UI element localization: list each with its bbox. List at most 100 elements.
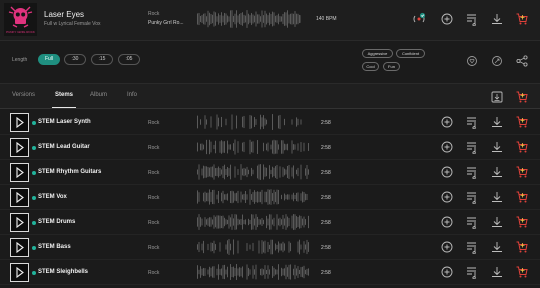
tab-info[interactable]: Info xyxy=(127,92,137,98)
download-icon[interactable] xyxy=(490,115,504,129)
mood-tag-aggressive[interactable]: Aggressive xyxy=(362,49,393,58)
track-bpm: 140 BPM xyxy=(316,16,337,22)
stem-name[interactable]: STEM Rhythm Guitars xyxy=(38,169,101,175)
mood-tag-confident[interactable]: Confident xyxy=(396,49,425,58)
add-icon[interactable] xyxy=(440,140,454,154)
add-to-playlist-icon[interactable] xyxy=(465,190,479,204)
download-icon[interactable] xyxy=(490,12,504,26)
cart-icon[interactable] xyxy=(515,265,529,279)
play-button[interactable] xyxy=(10,213,29,232)
add-to-playlist-icon[interactable] xyxy=(465,140,479,154)
play-button[interactable] xyxy=(10,188,29,207)
add-to-playlist-icon[interactable] xyxy=(465,240,479,254)
cart-all-icon[interactable] xyxy=(515,90,529,104)
share-icon[interactable] xyxy=(515,54,529,68)
broadcast-icon[interactable] xyxy=(412,12,426,26)
play-icon xyxy=(16,191,24,204)
status-dot xyxy=(32,120,36,125)
cart-icon[interactable] xyxy=(515,190,529,204)
favorite-icon[interactable] xyxy=(465,54,479,68)
stem-duration: 2:58 xyxy=(321,195,331,201)
tab-album[interactable]: Album xyxy=(90,92,107,98)
status-dot xyxy=(32,245,36,250)
play-button[interactable] xyxy=(10,263,29,282)
add-to-playlist-icon[interactable] xyxy=(465,12,479,26)
play-icon xyxy=(16,241,24,254)
stem-duration: 2:58 xyxy=(321,145,331,151)
play-button[interactable] xyxy=(10,113,29,132)
stem-waveform[interactable] xyxy=(197,164,309,180)
add-icon[interactable] xyxy=(440,265,454,279)
track-subtitle: Full w Lyrical Female Vox xyxy=(44,21,101,27)
add-to-playlist-icon[interactable] xyxy=(465,115,479,129)
stem-name[interactable]: STEM Vox xyxy=(38,194,67,200)
cart-icon[interactable] xyxy=(515,115,529,129)
add-icon[interactable] xyxy=(440,115,454,129)
stem-genre: Rock xyxy=(148,170,160,176)
download-icon[interactable] xyxy=(490,240,504,254)
add-icon[interactable] xyxy=(440,12,454,26)
length-option-15[interactable]: :15 xyxy=(91,54,113,65)
add-icon[interactable] xyxy=(440,165,454,179)
status-dot xyxy=(32,170,36,175)
stem-name[interactable]: STEM Bass xyxy=(38,244,71,250)
stem-waveform[interactable] xyxy=(197,214,309,230)
stem-waveform[interactable] xyxy=(197,264,309,280)
add-to-playlist-icon[interactable] xyxy=(465,215,479,229)
play-icon xyxy=(16,166,24,179)
album-art[interactable]: PUNKY GRRL ROCK xyxy=(4,3,37,36)
length-option-full[interactable]: Full xyxy=(38,54,60,65)
track-title[interactable]: Laser Eyes xyxy=(44,10,84,19)
similar-icon[interactable] xyxy=(490,54,504,68)
stem-waveform[interactable] xyxy=(197,114,309,130)
download-icon[interactable] xyxy=(490,215,504,229)
download-icon[interactable] xyxy=(490,190,504,204)
download-icon[interactable] xyxy=(490,265,504,279)
add-to-playlist-icon[interactable] xyxy=(465,165,479,179)
stem-duration: 2:58 xyxy=(321,170,331,176)
add-icon[interactable] xyxy=(440,215,454,229)
stem-waveform[interactable] xyxy=(197,189,309,205)
play-button[interactable] xyxy=(10,238,29,257)
status-dot xyxy=(32,145,36,150)
stem-genre: Rock xyxy=(148,245,160,251)
tab-stems[interactable]: Stems xyxy=(55,92,73,98)
status-dot xyxy=(32,195,36,200)
stem-genre: Rock xyxy=(148,120,160,126)
mood-tag-cool[interactable]: Cool xyxy=(362,62,379,71)
add-icon[interactable] xyxy=(440,190,454,204)
stem-name[interactable]: STEM Lead Guitar xyxy=(38,144,90,150)
tabs-divider xyxy=(0,108,540,109)
stem-genre: Rock xyxy=(148,145,160,151)
tab-versions[interactable]: Versions xyxy=(12,92,35,98)
cart-icon[interactable] xyxy=(515,165,529,179)
download-icon[interactable] xyxy=(490,165,504,179)
stem-waveform[interactable] xyxy=(197,139,309,155)
add-to-playlist-icon[interactable] xyxy=(465,265,479,279)
cart-icon[interactable] xyxy=(515,140,529,154)
cart-icon[interactable] xyxy=(515,215,529,229)
stem-duration: 2:58 xyxy=(321,270,331,276)
play-icon xyxy=(16,116,24,129)
length-option-30[interactable]: :30 xyxy=(64,54,86,65)
download-all-icon[interactable] xyxy=(490,90,504,104)
download-icon[interactable] xyxy=(490,140,504,154)
add-icon[interactable] xyxy=(440,240,454,254)
stem-waveform[interactable] xyxy=(197,239,309,255)
play-icon xyxy=(16,266,24,279)
status-dot xyxy=(32,220,36,225)
stem-duration: 2:58 xyxy=(321,220,331,226)
play-button[interactable] xyxy=(10,163,29,182)
stem-name[interactable]: STEM Laser Synth xyxy=(38,119,91,125)
cart-icon[interactable] xyxy=(515,12,529,26)
track-waveform[interactable] xyxy=(197,10,301,28)
stem-genre: Rock xyxy=(148,220,160,226)
cart-icon[interactable] xyxy=(515,240,529,254)
length-option-05[interactable]: :05 xyxy=(118,54,140,65)
play-button[interactable] xyxy=(10,138,29,157)
track-artist[interactable]: Punky Grrl Ro... xyxy=(148,20,184,26)
tabs-bar xyxy=(0,84,540,108)
stem-name[interactable]: STEM Drums xyxy=(38,219,75,225)
stem-name[interactable]: STEM Sleighbells xyxy=(38,269,88,275)
mood-tag-fun[interactable]: Fun xyxy=(383,62,400,71)
